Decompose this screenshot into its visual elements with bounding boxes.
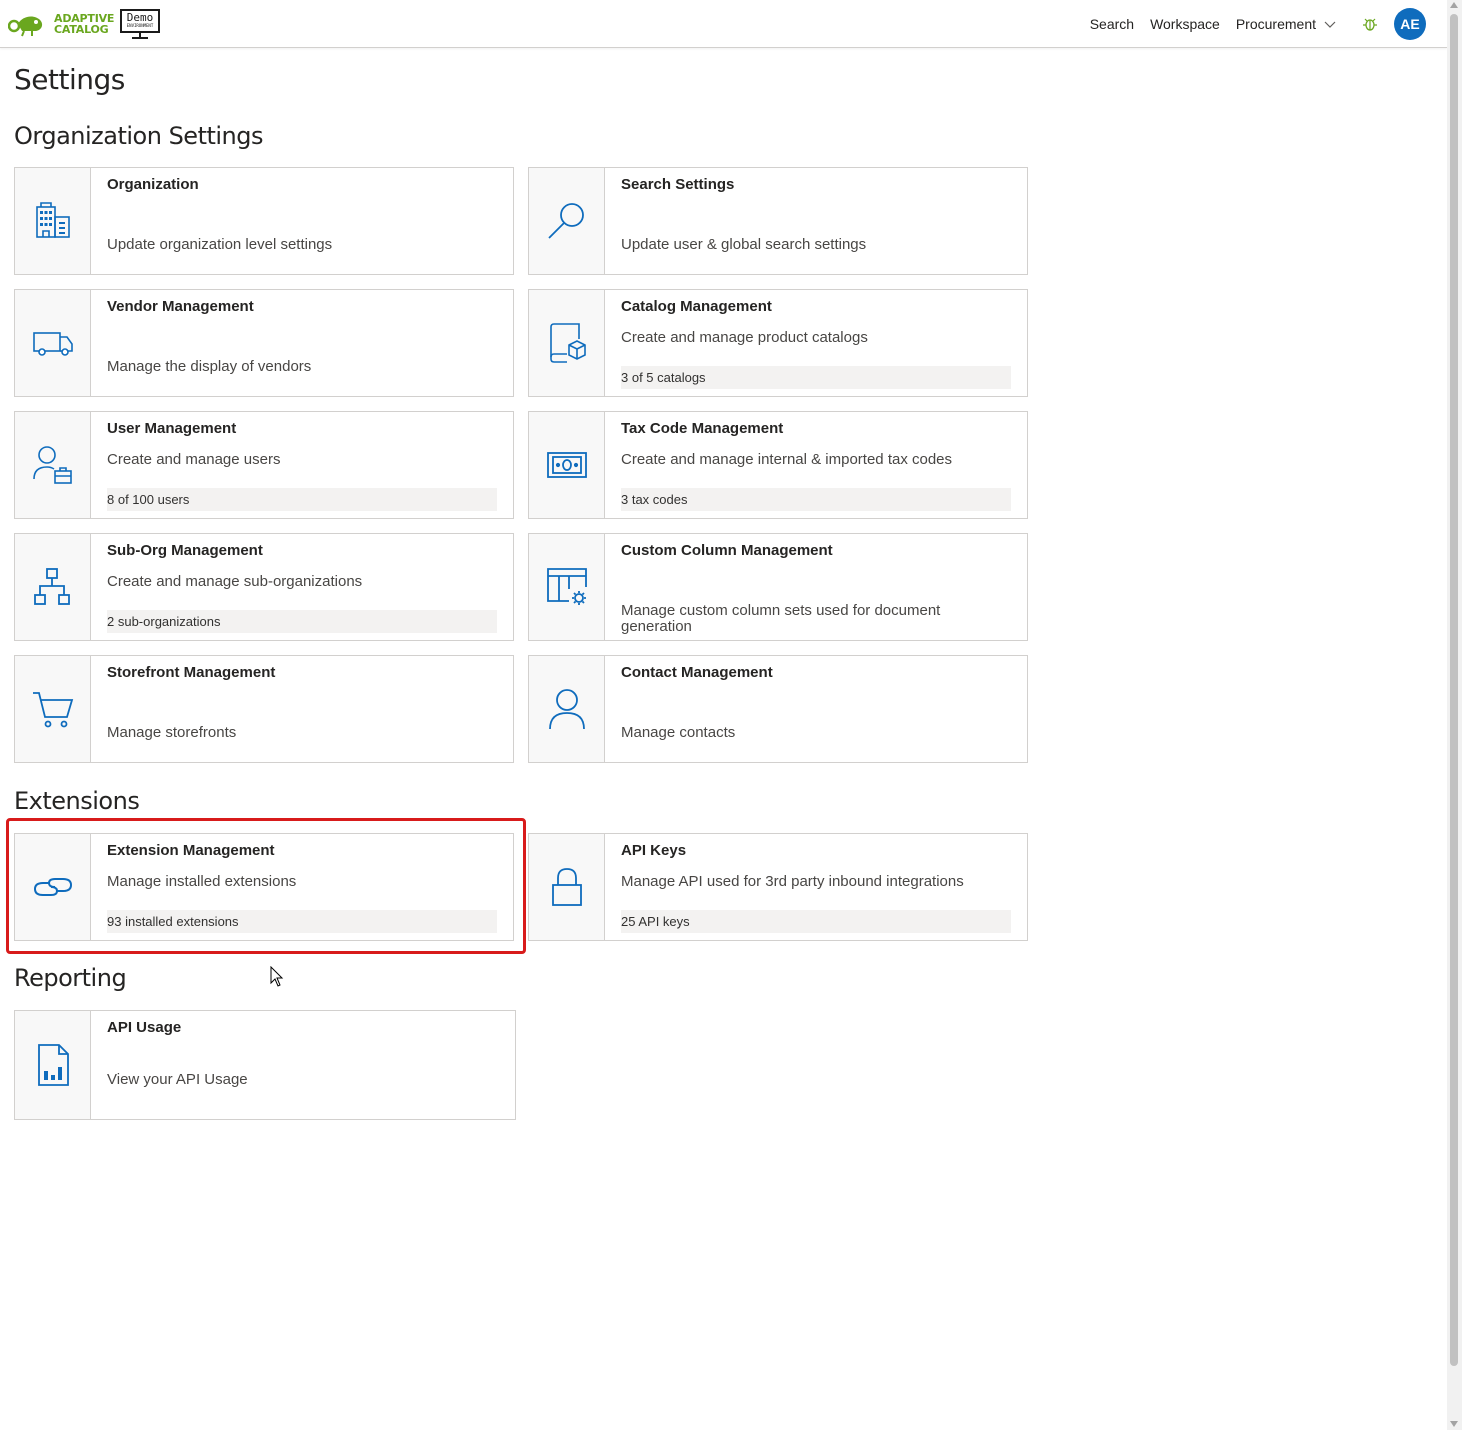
card-extension-management[interactable]: Extension Management Manage installed ex…	[14, 833, 514, 941]
logo-wordmark: ADAPTIVE CATALOG	[54, 12, 115, 36]
card-title: API Keys	[621, 842, 687, 859]
link-icon	[33, 878, 72, 896]
card-description: Manage the display of vendors	[107, 358, 312, 375]
card-tax-code-management[interactable]: Tax Code Management Create and manage in…	[528, 411, 1028, 519]
card-description: Manage storefronts	[107, 724, 237, 741]
card-search-settings[interactable]: Search Settings Update user & global sea…	[528, 167, 1028, 275]
scrollbar-thumb[interactable]	[1450, 14, 1458, 1366]
card-storefront-management[interactable]: Storefront Management Manage storefronts	[14, 655, 514, 763]
card-catalog-management[interactable]: Catalog Management Create and manage pro…	[528, 289, 1028, 397]
card-vendor-management[interactable]: Vendor Management Manage the display of …	[14, 289, 514, 397]
card-description: Manage custom column sets used for docum…	[621, 602, 941, 635]
card-count: 3 tax codes	[621, 488, 1011, 511]
lock-icon	[551, 868, 582, 906]
report-chart-icon	[37, 1044, 69, 1086]
nav-search[interactable]: Search	[1090, 16, 1134, 32]
card-title: Storefront Management	[107, 664, 276, 681]
card-count: 3 of 5 catalogs	[621, 366, 1011, 389]
card-title: Contact Management	[621, 664, 773, 681]
demo-sublabel: ENVIRONMENT	[126, 23, 154, 28]
catalog-box-icon	[549, 323, 586, 363]
section-title-organization-settings: Organization Settings	[14, 122, 264, 150]
search-icon	[547, 203, 584, 239]
top-nav: Search Workspace Procurement AE	[1090, 0, 1429, 48]
card-title: API Usage	[107, 1019, 182, 1036]
card-description: Update user & global search settings	[621, 236, 867, 253]
card-count: 2 sub-organizations	[107, 610, 497, 633]
card-count: 93 installed extensions	[107, 910, 497, 933]
table-settings-icon	[546, 568, 587, 605]
card-title: Search Settings	[621, 176, 735, 193]
bug-icon[interactable]	[1362, 16, 1378, 32]
cart-icon	[32, 692, 73, 728]
org-chart-icon	[33, 568, 70, 605]
nav-procurement[interactable]: Procurement	[1236, 16, 1336, 32]
card-title: Extension Management	[107, 842, 275, 859]
user-briefcase-icon	[32, 446, 72, 484]
demo-environment-badge: Demo ENVIRONMENT	[120, 9, 161, 39]
card-custom-column-management[interactable]: Custom Column Management Manage custom c…	[528, 533, 1028, 641]
truck-icon	[32, 332, 73, 356]
money-icon	[546, 452, 587, 478]
card-title: Tax Code Management	[621, 420, 784, 437]
card-title: Organization	[107, 176, 199, 193]
card-description: Create and manage sub-organizations	[107, 573, 363, 590]
card-description: View your API Usage	[107, 1071, 248, 1088]
card-sub-org-management[interactable]: Sub-Org Management Create and manage sub…	[14, 533, 514, 641]
card-title: Custom Column Management	[621, 542, 833, 559]
card-count: 25 API keys	[621, 910, 1011, 933]
section-title-reporting: Reporting	[14, 964, 127, 992]
card-description: Create and manage internal & imported ta…	[621, 451, 953, 468]
card-api-keys[interactable]: API Keys Manage API used for 3rd party i…	[528, 833, 1028, 941]
card-description: Create and manage users	[107, 451, 281, 468]
section-title-extensions: Extensions	[14, 787, 140, 815]
building-icon	[35, 202, 70, 238]
card-user-management[interactable]: User Management Create and manage users …	[14, 411, 514, 519]
vertical-scrollbar[interactable]	[1447, 0, 1462, 1430]
scroll-down-arrow-icon[interactable]	[1450, 1421, 1458, 1427]
card-description: Manage installed extensions	[107, 873, 297, 890]
card-title: Catalog Management	[621, 298, 772, 315]
nav-workspace[interactable]: Workspace	[1150, 16, 1220, 32]
card-title: Vendor Management	[107, 298, 254, 315]
card-contact-management[interactable]: Contact Management Manage contacts	[528, 655, 1028, 763]
card-api-usage[interactable]: API Usage View your API Usage	[14, 1010, 516, 1120]
card-title: Sub-Org Management	[107, 542, 263, 559]
scroll-up-arrow-icon[interactable]	[1450, 2, 1458, 8]
chameleon-logo-icon	[8, 16, 43, 37]
mouse-cursor-icon	[270, 966, 284, 987]
card-count: 8 of 100 users	[107, 488, 497, 511]
card-description: Update organization level settings	[107, 236, 333, 253]
top-navigation-bar: ADAPTIVE CATALOG Demo ENVIRONMENT Search…	[0, 0, 1447, 48]
card-description: Manage API used for 3rd party inbound in…	[621, 873, 964, 890]
card-description: Manage contacts	[621, 724, 736, 741]
page-title: Settings	[14, 63, 125, 96]
person-icon	[548, 689, 585, 730]
user-avatar[interactable]: AE	[1394, 8, 1426, 40]
adaptive-catalog-logo[interactable]: ADAPTIVE CATALOG	[8, 10, 114, 38]
card-organization[interactable]: Organization Update organization level s…	[14, 167, 514, 275]
card-description: Create and manage product catalogs	[621, 329, 868, 346]
card-title: User Management	[107, 420, 237, 437]
chevron-down-icon	[1324, 21, 1336, 28]
nav-procurement-label: Procurement	[1235, 16, 1316, 32]
